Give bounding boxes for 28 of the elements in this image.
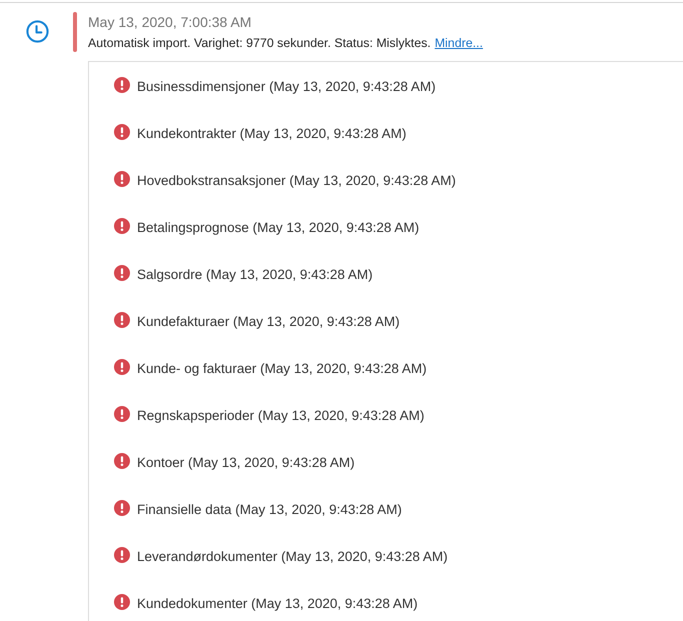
clock-icon — [26, 20, 49, 43]
detail-item-text: Leverandørdokumenter (May 13, 2020, 9:43:28 AM) — [137, 549, 448, 564]
detail-item-text: Betalingsprognose (May 13, 2020, 9:43:28 AM) — [137, 220, 420, 235]
detail-item-text: Kundekontrakter (May 13, 2020, 9:43:28 AM) — [137, 126, 406, 141]
detail-item-text: Kunde- og fakturaer (May 13, 2020, 9:43:28 AM) — [137, 361, 427, 376]
error-icon — [114, 500, 130, 516]
detail-item-text: Kundefakturaer (May 13, 2020, 9:43:28 AM) — [137, 314, 400, 329]
detail-item-text: Kontoer (May 13, 2020, 9:43:28 AM) — [137, 455, 355, 470]
entry-description: Automatisk import. Varighet: 9770 sekunder. Status: Mislyktes. — [88, 35, 431, 51]
detail-item-text: Businessdimensjoner (May 13, 2020, 9:43:28 AM) — [137, 79, 436, 94]
error-icon — [114, 171, 130, 187]
detail-item-text: Hovedbokstransaksjoner (May 13, 2020, 9:43:28 AM) — [137, 173, 456, 188]
error-icon — [114, 218, 130, 234]
error-icon — [114, 312, 130, 328]
less-link[interactable]: Mindre... — [434, 35, 483, 51]
error-icon — [114, 77, 130, 93]
error-icon — [114, 547, 130, 563]
detail-item-text: Regnskapsperioder (May 13, 2020, 9:43:28 AM) — [137, 408, 424, 423]
detail-item-text: Kundedokumenter (May 13, 2020, 9:43:28 AM) — [137, 596, 418, 611]
error-icon — [114, 124, 130, 140]
error-icon — [114, 453, 130, 469]
error-icon — [114, 406, 130, 422]
error-icon — [114, 265, 130, 281]
error-icon — [114, 594, 130, 610]
detail-item-text: Salgsordre (May 13, 2020, 9:43:28 AM) — [137, 267, 373, 282]
detail-item-text: Finansielle data (May 13, 2020, 9:43:28 AM) — [137, 502, 402, 517]
error-icon — [114, 359, 130, 375]
entry-timestamp: May 13, 2020, 7:00:38 AM — [88, 13, 252, 32]
